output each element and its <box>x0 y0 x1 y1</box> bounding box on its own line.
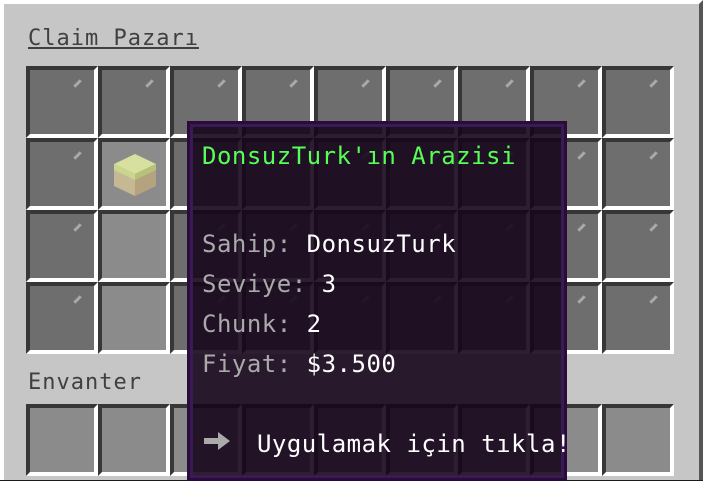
window-title: Claim Pazarı <box>28 26 199 51</box>
tooltip-chunk-row: Chunk: 2 <box>202 310 322 338</box>
grass-block-icon <box>112 152 158 198</box>
inventory-slot[interactable] <box>98 404 170 476</box>
item-tooltip: DonsuzTurk'ın Arazisi Sahip: DonsuzTurk … <box>187 121 570 481</box>
owner-label: Sahip: <box>202 230 292 258</box>
owner-value: DonsuzTurk <box>306 230 457 258</box>
arrow-right-icon <box>202 430 232 458</box>
chest-slot[interactable] <box>26 282 98 354</box>
land-claim-slot[interactable] <box>98 138 170 210</box>
chest-slot[interactable] <box>98 210 170 282</box>
price-label: Fiyat: <box>202 350 292 378</box>
tooltip-title: DonsuzTurk'ın Arazisi <box>202 142 516 170</box>
chest-slot[interactable] <box>602 210 674 282</box>
tooltip-price-row: Fiyat: $3.500 <box>202 350 396 378</box>
chunk-label: Chunk: <box>202 310 292 338</box>
price-value: $3.500 <box>306 350 397 378</box>
chest-slot[interactable] <box>26 138 98 210</box>
chunk-value: 2 <box>306 310 322 338</box>
chest-slot[interactable] <box>602 138 674 210</box>
chest-slot[interactable] <box>602 282 674 354</box>
inventory-slot[interactable] <box>602 404 674 476</box>
level-label: Seviye: <box>202 270 307 298</box>
inventory-slot[interactable] <box>26 404 98 476</box>
action-text: Uygulamak için tıkla! <box>256 430 571 458</box>
chest-slot[interactable] <box>602 66 674 138</box>
chest-slot[interactable] <box>26 66 98 138</box>
inventory-title: Envanter <box>28 370 142 395</box>
chest-slot[interactable] <box>98 282 170 354</box>
chest-slot[interactable] <box>98 66 170 138</box>
tooltip-level-row: Seviye: 3 <box>202 270 337 298</box>
level-value: 3 <box>321 270 337 298</box>
tooltip-action-row: Uygulamak için tıkla! <box>202 430 571 458</box>
chest-slot[interactable] <box>26 210 98 282</box>
tooltip-owner-row: Sahip: DonsuzTurk <box>202 230 456 258</box>
